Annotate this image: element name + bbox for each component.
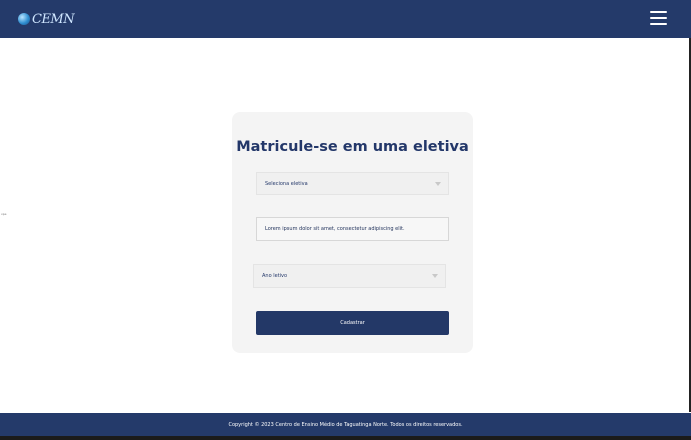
logo[interactable]: CEMN bbox=[18, 9, 75, 29]
logo-text: CEMN bbox=[32, 11, 75, 27]
stray-text: vpe bbox=[1, 212, 7, 216]
top-navbar: CEMN bbox=[0, 0, 691, 38]
description-field[interactable]: Lorem ipsum dolor sit amet, consectetur … bbox=[256, 217, 449, 241]
bottom-edge bbox=[0, 436, 691, 440]
submit-button[interactable]: Cadastrar bbox=[256, 311, 449, 335]
year-select-value: Ano letivo bbox=[262, 273, 288, 279]
hamburger-menu-icon[interactable] bbox=[650, 11, 667, 25]
menu-bar bbox=[650, 11, 667, 13]
globe-icon bbox=[18, 13, 30, 25]
menu-bar bbox=[650, 17, 667, 19]
copyright-text: Copyright © 2023 Centro de Ensino Médio … bbox=[228, 421, 463, 428]
form-title: Matricule-se em uma eletiva bbox=[236, 139, 469, 155]
menu-bar bbox=[650, 23, 667, 25]
elective-select[interactable]: Seleciona eletiva bbox=[256, 172, 449, 195]
chevron-down-icon bbox=[432, 274, 438, 278]
year-select[interactable]: Ano letivo bbox=[253, 264, 446, 288]
footer: Copyright © 2023 Centro de Ensino Médio … bbox=[0, 413, 691, 436]
description-value: Lorem ipsum dolor sit amet, consectetur … bbox=[265, 226, 405, 232]
chevron-down-icon bbox=[435, 181, 441, 186]
enrollment-card: Matricule-se em uma eletiva Seleciona el… bbox=[232, 112, 473, 353]
elective-select-value: Seleciona eletiva bbox=[265, 180, 308, 187]
